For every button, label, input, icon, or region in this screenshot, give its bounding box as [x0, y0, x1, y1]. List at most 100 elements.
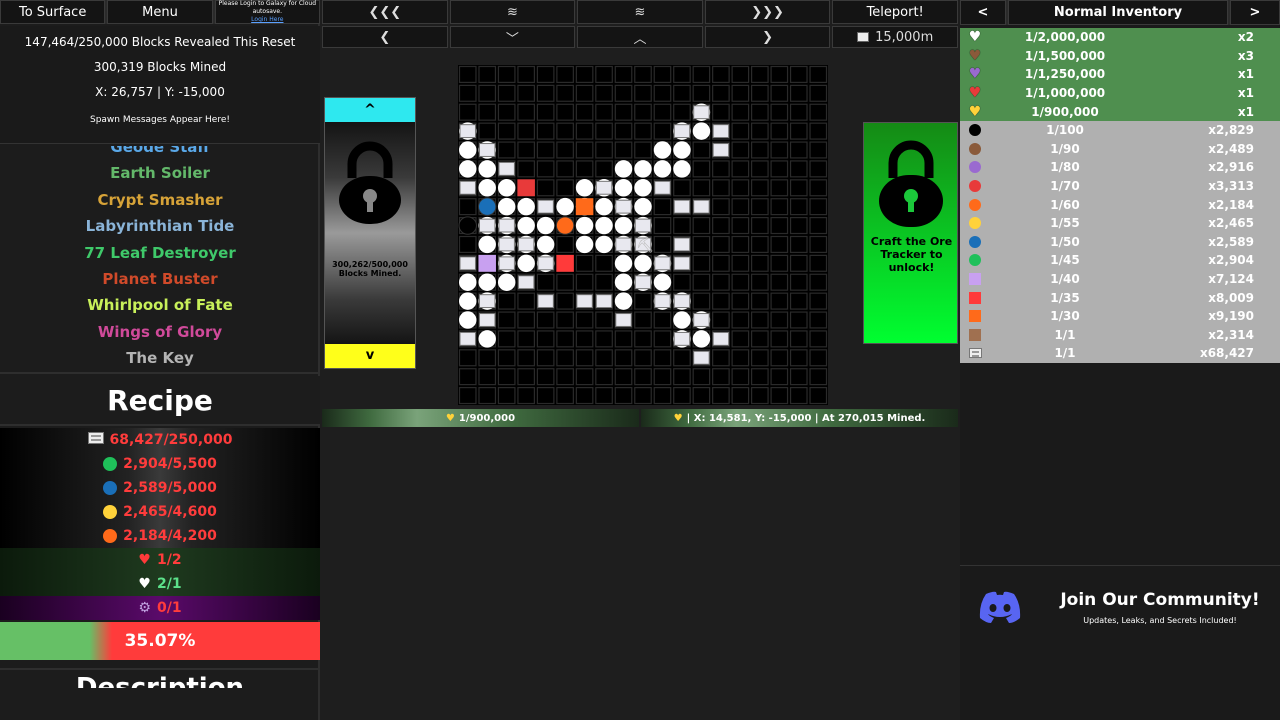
login-link[interactable]: Login Here [251, 16, 283, 24]
jump-right-button[interactable]: ❯❯❯ [704, 0, 831, 24]
inventory-row[interactable]: 1/60 x2,184 [960, 195, 1280, 214]
empty-tile [673, 368, 691, 386]
recipe-row: 68,427/250,000 [0, 428, 320, 452]
description-title: Description [0, 668, 320, 688]
inventory-row[interactable]: 1/55 x2,465 [960, 213, 1280, 233]
empty-tile [575, 141, 594, 159]
inventory-row[interactable]: 1/90 x2,489 [960, 139, 1280, 159]
inventory-row[interactable]: 1/45 x2,904 [960, 251, 1280, 270]
inventory-row[interactable]: ♥ 1/2,000,000 x2 [960, 28, 1280, 47]
inventory-row[interactable]: 1/80 x2,916 [960, 158, 1280, 177]
inventory-row[interactable]: 1/40 x7,124 [960, 269, 1280, 289]
pickaxe-item[interactable]: The Key [0, 345, 320, 371]
inventory-row[interactable]: 1/35 x8,009 [960, 288, 1280, 307]
to-surface-button[interactable]: To Surface [0, 0, 106, 24]
stone-block [595, 294, 613, 309]
empty-tile [458, 103, 477, 121]
pickaxe-item[interactable]: Whirlpool of Fate [0, 292, 320, 318]
inventory-row[interactable]: 1/1 x68,427 [960, 344, 1280, 363]
stone-block [693, 350, 710, 365]
recipe-amount: 68,427/250,000 [109, 432, 233, 448]
block-icon [960, 348, 990, 359]
pickaxe-item[interactable]: Earth Soiler [0, 160, 320, 186]
empty-tile [809, 368, 828, 386]
inventory-row[interactable]: ♥ 1/1,250,000 x1 [960, 65, 1280, 84]
empty-tile [770, 368, 789, 386]
empty-tile [673, 387, 691, 405]
empty-tile [751, 160, 769, 178]
inventory-row[interactable]: ♥ 1/1,000,000 x1 [960, 83, 1280, 103]
empty-tile [770, 311, 789, 329]
stone-block [673, 331, 691, 346]
empty-tile [517, 311, 535, 329]
empty-tile [478, 387, 497, 405]
empty-tile [517, 84, 535, 102]
layer-down-button[interactable]: v [325, 344, 415, 368]
rarity: 1/1 [1054, 346, 1076, 361]
empty-tile [751, 235, 769, 253]
empty-tile [731, 122, 750, 140]
inventory-row[interactable]: ♥ 1/900,000 x1 [960, 102, 1280, 121]
menu-button[interactable]: Menu [107, 0, 213, 24]
stone-block [459, 256, 476, 271]
empty-tile [712, 217, 730, 235]
pickaxe-list[interactable]: Geode Staff Earth Soiler Crypt Smasher Laby… [0, 146, 320, 374]
empty-tile [575, 122, 594, 140]
jump-up-button[interactable]: ≋ [577, 0, 703, 24]
move-down-button[interactable]: ﹀ [449, 26, 576, 48]
white-ore [614, 160, 633, 178]
community-banner[interactable]: Join Our Community! Updates, Leaks, and … [960, 565, 1280, 645]
ore-icon [103, 457, 118, 471]
inventory-row[interactable]: 1/100 x2,829 [960, 120, 1280, 140]
pickaxe-item[interactable]: Geode Staff [0, 146, 320, 160]
inventory-row[interactable]: ♥ 1/1,500,000 x3 [960, 46, 1280, 66]
jump-left-button[interactable]: ❮❮❮ [322, 0, 448, 24]
inventory-row[interactable]: 1/1 x2,314 [960, 325, 1280, 345]
jump-down-button[interactable]: ≋ [449, 0, 576, 24]
move-left-button[interactable]: ❮ [322, 26, 448, 48]
ore-icon [960, 180, 990, 193]
move-right-button[interactable]: ❯ [704, 26, 831, 48]
spawn-messages: Spawn Messages Appear Here! [89, 115, 230, 125]
ore-icon [960, 198, 990, 211]
depth-value: 15,000m [875, 29, 934, 45]
depth-display[interactable]: 15,000m [832, 26, 958, 48]
layer-up-button[interactable]: ^ [325, 98, 415, 122]
white-ore [575, 179, 594, 197]
empty-tile [556, 84, 574, 102]
count: x2,314 [1208, 327, 1254, 342]
pickaxe-item[interactable]: Labyrinthian Tide [0, 213, 320, 239]
empty-tile [809, 160, 828, 178]
empty-tile [751, 292, 769, 310]
empty-tile [478, 103, 497, 121]
heart-icon: ♥ [968, 85, 982, 102]
pickaxe-item[interactable]: Wings of Glory [0, 319, 320, 345]
count: x2,465 [1208, 216, 1254, 231]
empty-tile [789, 311, 808, 329]
pickaxe-item[interactable]: 77 Leaf Destroyer [0, 240, 320, 266]
move-up-button[interactable]: ︿ [577, 26, 703, 48]
heart-icon: ♥ [138, 576, 151, 592]
white-ore [497, 197, 516, 216]
inventory-prev-button[interactable]: < [960, 0, 1006, 25]
empty-tile [634, 311, 652, 329]
inventory-next-button[interactable]: > [1230, 0, 1280, 25]
inventory-row[interactable]: 1/70 x3,313 [960, 176, 1280, 196]
white-ore [536, 216, 555, 235]
empty-tile [809, 122, 828, 140]
empty-tile [809, 311, 828, 329]
empty-tile [517, 103, 535, 121]
ore-icon [960, 217, 990, 230]
inventory-row[interactable]: 1/30 x9,190 [960, 306, 1280, 326]
inventory-row[interactable]: 1/50 x2,589 [960, 232, 1280, 252]
pickaxe-item[interactable]: Planet Buster [0, 266, 320, 292]
recipe-row: 2,589/5,000 [0, 476, 320, 500]
stone-block [673, 237, 691, 252]
rare-ore [478, 254, 496, 272]
teleport-button[interactable]: Teleport! [832, 0, 958, 24]
empty-tile [751, 179, 769, 197]
ore-icon [960, 161, 990, 174]
white-ore [575, 216, 594, 235]
mine-grid[interactable]: ⛏ [458, 65, 828, 405]
pickaxe-item[interactable]: Crypt Smasher [0, 187, 320, 213]
